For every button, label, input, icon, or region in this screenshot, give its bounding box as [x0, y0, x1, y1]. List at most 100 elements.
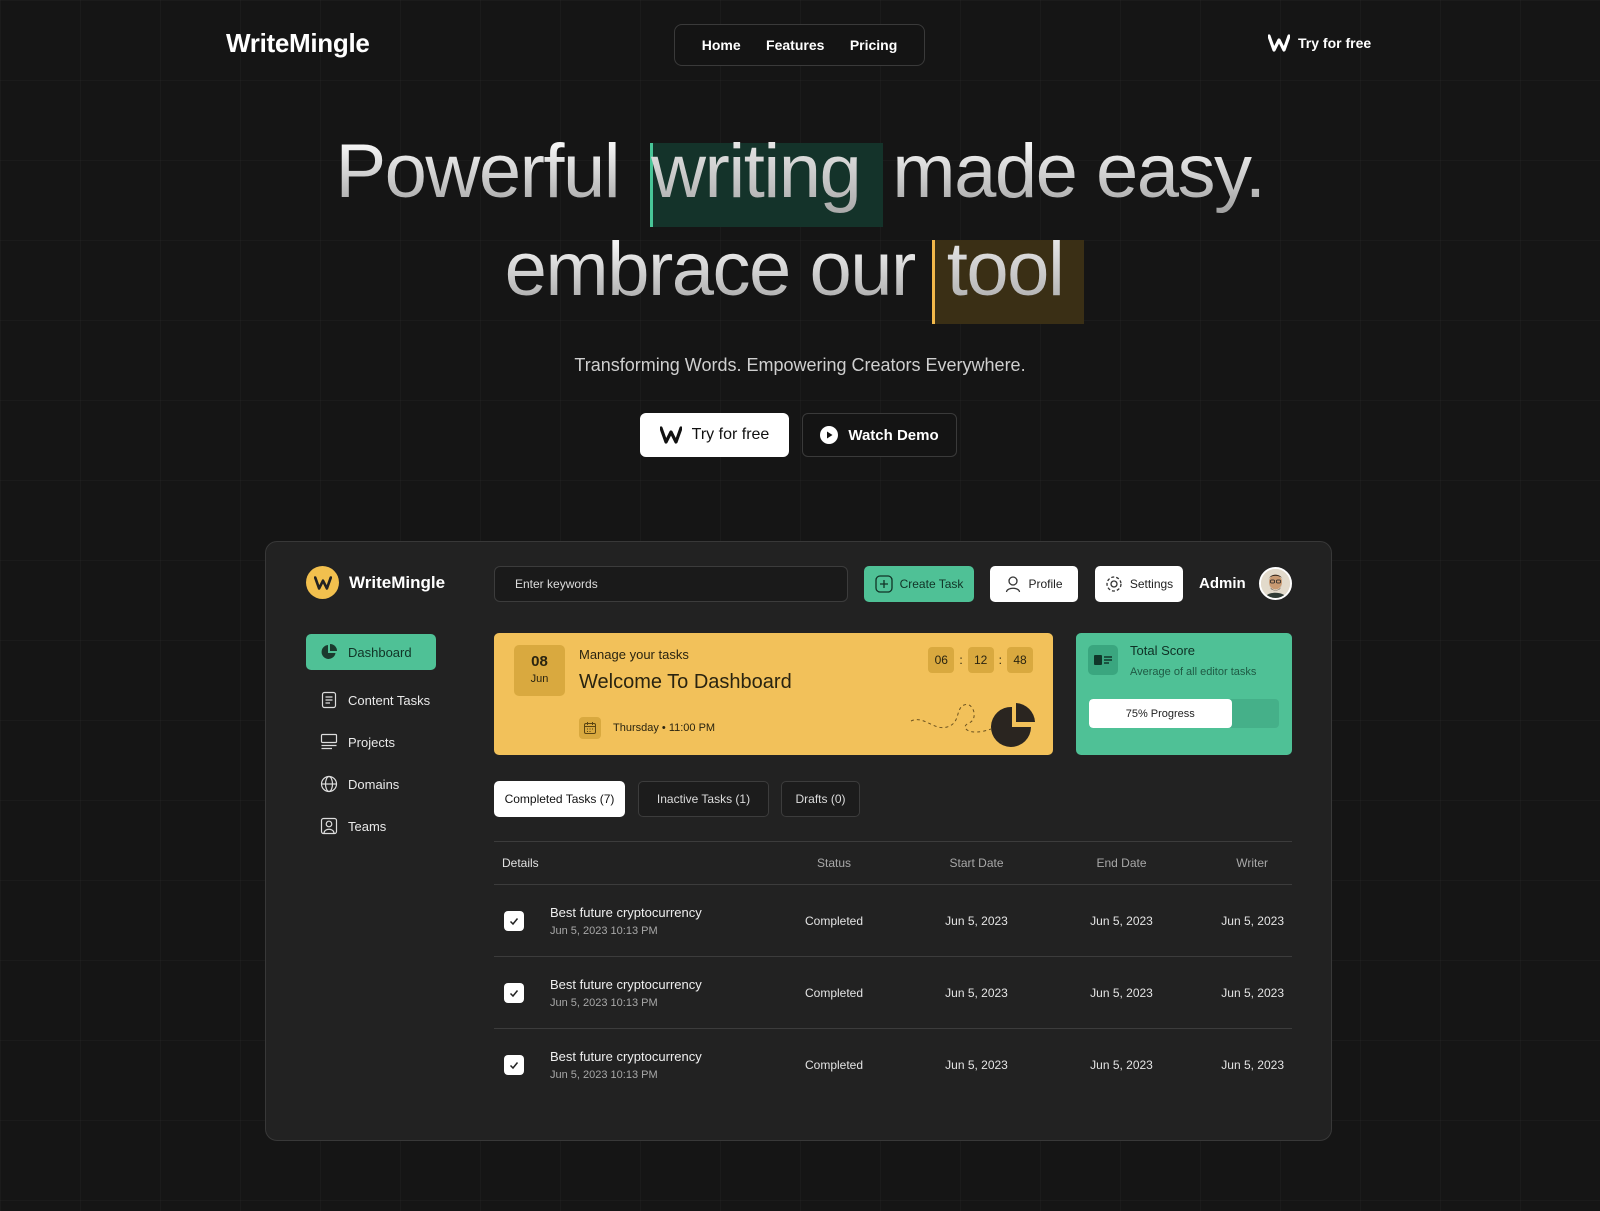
hero-headline-line2: embrace our tool — [0, 226, 1600, 313]
create-task-button[interactable]: Create Task — [864, 566, 974, 602]
user-icon — [320, 817, 338, 835]
tab-completed-tasks[interactable]: Completed Tasks (7) — [494, 781, 625, 817]
timer-seconds: 48 — [1007, 647, 1033, 673]
pie-chart-illustration — [910, 703, 1035, 747]
user-icon — [1006, 576, 1021, 593]
total-score-card: Total Score Average of all editor tasks … — [1076, 633, 1292, 755]
row-checkbox[interactable] — [504, 1055, 524, 1075]
task-title: Best future cryptocurrency — [550, 976, 702, 992]
hero-highlight-writing: writing — [639, 128, 872, 215]
sidebar-item-label: Teams — [348, 818, 387, 834]
timer-minutes: 12 — [967, 647, 994, 673]
progress-label: 75% Progress — [1125, 707, 1195, 720]
sidebar-item-label: Domains — [348, 776, 400, 792]
check-icon — [509, 1062, 519, 1070]
profile-button[interactable]: Profile — [990, 566, 1078, 602]
hero-headline-line1: Powerful writing made easy. — [0, 128, 1600, 215]
column-header-details[interactable]: Details — [494, 856, 764, 870]
watch-demo-label: Watch Demo — [848, 426, 939, 444]
sidebar-item-label: Dashboard — [348, 644, 412, 660]
nav-link-home[interactable]: Home — [702, 37, 741, 53]
dashboard-brand[interactable]: WriteMingle — [306, 566, 445, 599]
welcome-when: Thursday • 11:00 PM — [613, 722, 716, 734]
sidebar-item-content-tasks[interactable]: Content Tasks — [306, 682, 436, 718]
nav-link-pricing[interactable]: Pricing — [850, 37, 897, 53]
play-icon — [820, 426, 839, 444]
dashboard-preview: WriteMingle Create Task Profile Settings… — [265, 541, 1332, 1141]
brand-logo[interactable]: WriteMingle — [226, 28, 370, 59]
column-header-status[interactable]: Status — [764, 856, 904, 870]
task-start-date: Jun 5, 2023 — [945, 985, 1008, 1000]
welcome-title: Welcome To Dashboard — [579, 671, 792, 693]
settings-button[interactable]: Settings — [1095, 566, 1183, 602]
score-subtitle: Average of all editor tasks — [1130, 666, 1257, 678]
nav-cta-label: Try for free — [1298, 35, 1372, 51]
task-end-date: Jun 5, 2023 — [1090, 1058, 1153, 1072]
date-month: Jun — [530, 673, 549, 685]
plus-square-icon — [874, 575, 893, 593]
column-header-start-date[interactable]: Start Date — [904, 856, 1049, 870]
sidebar-item-domains[interactable]: Domains — [306, 766, 436, 802]
task-end-date: Jun 5, 2023 — [1090, 985, 1153, 1000]
hero-word-powerful: Powerful — [335, 129, 620, 214]
writemingle-logo-icon — [659, 426, 682, 444]
task-status: Completed — [804, 913, 864, 928]
check-icon — [509, 989, 519, 997]
task-title: Best future cryptocurrency — [550, 904, 702, 920]
globe-icon — [320, 775, 338, 793]
countdown-timer: 06 : 12 : 48 — [928, 647, 1033, 673]
hero-try-free-button[interactable]: Try for free — [640, 413, 789, 457]
sidebar-item-label: Content Tasks — [348, 692, 431, 708]
user-name: Admin — [1199, 575, 1246, 592]
task-title: Best future cryptocurrency — [550, 1049, 702, 1064]
row-checkbox[interactable] — [504, 982, 524, 1003]
task-writer: Jun 5, 2023 — [1221, 913, 1284, 928]
nav-try-free-link[interactable]: Try for free — [1268, 34, 1371, 52]
check-icon — [509, 917, 519, 925]
list-icon — [320, 733, 338, 750]
sidebar-item-teams[interactable]: Teams — [306, 808, 436, 844]
hero-try-free-label: Try for free — [691, 426, 770, 443]
task-start-date: Jun 5, 2023 — [945, 1058, 1008, 1072]
tasks-table: Details Status Start Date End Date Write… — [494, 841, 1292, 1101]
document-icon — [321, 691, 337, 709]
welcome-card: 08 Jun Manage your tasks Welcome To Dash… — [494, 633, 1053, 755]
score-title: Total Score — [1130, 643, 1196, 658]
welcome-schedule: Thursday • 11:00 PM — [579, 717, 715, 739]
task-date: Jun 5, 2023 10:13 PM — [550, 924, 658, 937]
task-writer: Jun 5, 2023 — [1221, 985, 1284, 1000]
nav-link-features[interactable]: Features — [766, 37, 824, 53]
hero-highlight-tool: tool — [935, 226, 1076, 313]
sidebar-item-label: Projects — [348, 734, 395, 750]
column-header-end-date[interactable]: End Date — [1049, 856, 1194, 870]
tab-inactive-tasks[interactable]: Inactive Tasks (1) — [638, 781, 769, 817]
dashboard-brand-name: WriteMingle — [349, 572, 446, 592]
task-details: Best future cryptocurrency Jun 5, 2023 1… — [494, 977, 764, 1009]
pie-chart-icon — [321, 644, 337, 659]
timer-hours: 06 — [928, 647, 955, 673]
table-row[interactable]: Best future cryptocurrency Jun 5, 2023 1… — [494, 885, 1292, 957]
gear-icon — [1106, 576, 1122, 592]
task-details: Best future cryptocurrency Jun 5, 2023 1… — [494, 905, 764, 937]
column-header-writer[interactable]: Writer — [1194, 856, 1292, 870]
task-start-date: Jun 5, 2023 — [945, 913, 1008, 928]
tab-drafts[interactable]: Drafts (0) — [781, 781, 860, 817]
date-day: 08 — [531, 653, 548, 670]
table-row[interactable]: Best future cryptocurrency Jun 5, 2023 1… — [494, 1029, 1292, 1101]
sidebar-item-dashboard[interactable]: Dashboard — [306, 634, 436, 670]
progress-bar: 75% Progress — [1089, 699, 1279, 728]
avatar[interactable] — [1259, 567, 1292, 600]
task-status: Completed — [804, 1058, 864, 1072]
hero-words-made-easy: made easy. — [892, 129, 1266, 214]
top-nav: Home Features Pricing — [674, 24, 925, 66]
sidebar-item-projects[interactable]: Projects — [306, 724, 436, 760]
row-checkbox[interactable] — [504, 910, 524, 931]
search-input[interactable] — [494, 566, 848, 602]
profile-label: Profile — [1028, 577, 1063, 591]
table-header: Details Status Start Date End Date Write… — [494, 841, 1292, 885]
calendar-icon — [579, 717, 601, 739]
scorecard-icon — [1088, 645, 1118, 675]
hero-words-embrace-our: embrace our — [504, 227, 917, 312]
table-row[interactable]: Best future cryptocurrency Jun 5, 2023 1… — [494, 957, 1292, 1029]
watch-demo-button[interactable]: Watch Demo — [802, 413, 957, 457]
